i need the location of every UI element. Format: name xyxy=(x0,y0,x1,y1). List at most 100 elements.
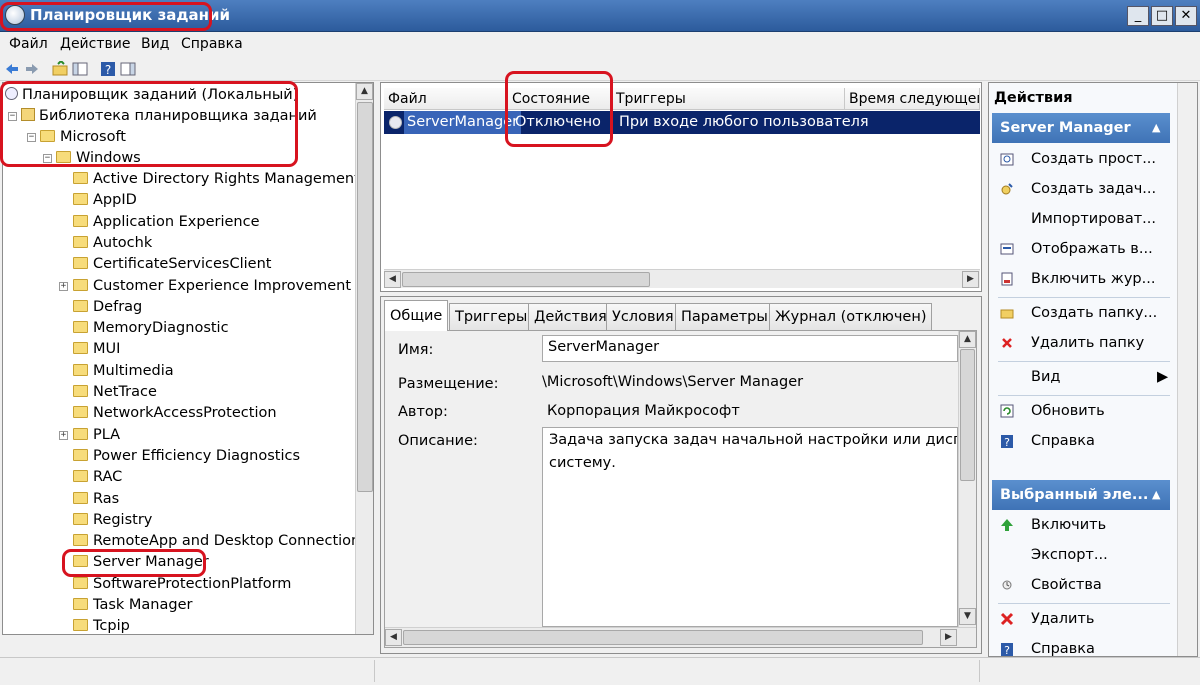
action-item[interactable]: Создать прост... xyxy=(992,145,1170,173)
collapse-microsoft-toggle[interactable]: − xyxy=(27,133,36,142)
action-item[interactable]: Отображать в... xyxy=(992,235,1170,263)
task-list[interactable]: Файл Состояние Триггеры Время следующего… xyxy=(380,82,982,292)
tree-item-folder[interactable]: NetTrace xyxy=(73,382,157,403)
menu-action[interactable]: Действие xyxy=(60,36,130,52)
tab-conditions[interactable]: Условия xyxy=(606,303,680,330)
action-item[interactable]: Включить xyxy=(992,511,1170,539)
scroll-thumb[interactable] xyxy=(357,102,373,492)
name-field[interactable]: ServerManager xyxy=(542,335,958,362)
action-item[interactable]: Обновить xyxy=(992,397,1170,425)
tab-settings[interactable]: Параметры xyxy=(675,303,774,330)
tree-item-folder[interactable]: Defrag xyxy=(73,297,142,318)
task-row-servermanager[interactable]: ServerManager Отключено При входе любого… xyxy=(384,111,980,134)
tree-item-folder[interactable]: Power Efficiency Diagnostics xyxy=(73,446,300,467)
tree-item-folder[interactable]: Multimedia xyxy=(73,361,174,382)
tree-item-folder[interactable]: RAC xyxy=(73,467,122,488)
details-horizontal-scrollbar[interactable]: ◀ ▶ xyxy=(385,627,976,647)
minimize-button[interactable]: _ xyxy=(1127,6,1149,26)
action-item[interactable]: Удалить xyxy=(992,605,1170,633)
collapse-chevron-icon[interactable]: ▲ xyxy=(1152,480,1160,510)
actions-section-server-manager[interactable]: Server Manager ▲ xyxy=(992,113,1170,143)
actions-vertical-scrollbar[interactable] xyxy=(1177,83,1197,656)
tree-item-folder[interactable]: CertificateServicesClient xyxy=(73,254,271,275)
scroll-left-arrow-icon[interactable]: ◀ xyxy=(385,629,402,646)
maximize-button[interactable]: □ xyxy=(1151,6,1173,26)
up-folder-icon[interactable] xyxy=(52,61,68,77)
menu-help[interactable]: Справка xyxy=(181,36,243,52)
tree-item-folder[interactable]: Ras xyxy=(73,489,119,510)
show-hide-console-tree-icon[interactable] xyxy=(72,61,88,77)
menu-file[interactable]: Файл xyxy=(9,36,48,52)
action-item[interactable]: Экспорт... xyxy=(992,541,1170,569)
tree-item-root[interactable]: Планировщик заданий (Локальный) xyxy=(5,85,298,106)
tree-item-label: Defrag xyxy=(93,298,143,315)
column-header-next-run[interactable]: Время следующего xyxy=(845,88,980,110)
tree-item-windows[interactable]: Windows xyxy=(56,148,141,169)
description-field[interactable]: Задача запуска задач начальной настройки… xyxy=(542,427,958,627)
column-header-triggers[interactable]: Триггеры xyxy=(612,88,845,110)
tree-item-folder[interactable]: MemoryDiagnostic xyxy=(73,318,229,339)
details-vertical-scrollbar[interactable]: ▲ ▼ xyxy=(958,331,976,627)
console-tree[interactable]: Планировщик заданий (Локальный) − Библио… xyxy=(2,82,374,635)
tab-actions[interactable]: Действия xyxy=(528,303,613,330)
tree-item-folder[interactable]: Application Experience xyxy=(73,212,260,233)
tab-triggers[interactable]: Триггеры xyxy=(449,303,534,330)
task-list-horizontal-scrollbar[interactable]: ◀ ▶ xyxy=(384,269,980,288)
close-button[interactable]: ✕ xyxy=(1175,6,1197,26)
action-item[interactable]: ? Справка xyxy=(992,427,1170,455)
scroll-thumb[interactable] xyxy=(960,349,975,481)
scroll-right-arrow-icon[interactable]: ▶ xyxy=(940,629,957,646)
forward-arrow-icon[interactable] xyxy=(24,61,40,77)
menu-view[interactable]: Вид xyxy=(141,36,169,52)
action-item[interactable]: ? Справка xyxy=(992,635,1170,656)
action-item[interactable]: Импортироват... xyxy=(992,205,1170,233)
tree-item-folder[interactable]: SoftwareProtectionPlatform xyxy=(73,574,291,595)
scroll-thumb[interactable] xyxy=(403,630,923,645)
collapse-windows-toggle[interactable]: − xyxy=(43,154,52,163)
tree-item-microsoft[interactable]: Microsoft xyxy=(40,127,126,148)
tree-item-folder[interactable]: Server Manager xyxy=(73,552,209,573)
tab-general[interactable]: Общие xyxy=(384,300,449,331)
folder-icon xyxy=(73,214,88,227)
actions-pane: Действия Server Manager ▲ Создать прост.… xyxy=(988,82,1198,657)
column-header-state[interactable]: Состояние xyxy=(508,88,612,110)
tree-item-folder[interactable]: PLA xyxy=(73,425,120,446)
action-item[interactable]: Включить жур... xyxy=(992,265,1170,293)
tree-item-folder[interactable]: Task Manager xyxy=(73,595,192,616)
tree-vertical-scrollbar[interactable]: ▲ xyxy=(355,83,373,634)
scroll-down-arrow-icon[interactable]: ▼ xyxy=(959,608,976,625)
tree-item-folder[interactable]: Autochk xyxy=(73,233,152,254)
tree-item-folder[interactable]: RemoteApp and Desktop Connections U xyxy=(73,531,373,552)
tree-item-library[interactable]: Библиотека планировщика заданий xyxy=(21,106,317,127)
scroll-up-arrow-icon[interactable]: ▲ xyxy=(959,331,976,348)
collapse-chevron-icon[interactable]: ▲ xyxy=(1152,113,1160,143)
tree-item-folder[interactable]: Customer Experience Improvement Prog xyxy=(73,276,373,297)
actions-section-selected-item[interactable]: Выбранный эле... ▲ xyxy=(992,480,1170,510)
action-item-label: Свойства xyxy=(1031,577,1102,593)
expand-toggle[interactable]: + xyxy=(59,281,68,291)
action-item[interactable]: Удалить папку xyxy=(992,329,1170,357)
tree-item-folder[interactable]: NetworkAccessProtection xyxy=(73,403,277,424)
scroll-up-arrow-icon[interactable]: ▲ xyxy=(356,83,373,100)
action-item[interactable]: Создать папку... xyxy=(992,299,1170,327)
scroll-left-arrow-icon[interactable]: ◀ xyxy=(384,271,401,288)
scroll-right-arrow-icon[interactable]: ▶ xyxy=(962,271,979,288)
help-icon[interactable]: ? xyxy=(100,61,116,77)
tree-item-folder[interactable]: AppID xyxy=(73,190,137,211)
tab-history[interactable]: Журнал (отключен) xyxy=(769,303,933,330)
collapse-library-toggle[interactable]: − xyxy=(8,112,17,121)
section-title: Server Manager xyxy=(1000,120,1131,136)
expand-toggle[interactable]: + xyxy=(59,430,68,440)
column-header-file[interactable]: Файл xyxy=(384,88,508,110)
back-arrow-icon[interactable] xyxy=(4,61,20,77)
action-item[interactable]: Создать задач... xyxy=(992,175,1170,203)
tree-item-folder[interactable]: MUI xyxy=(73,339,120,360)
show-hide-action-pane-icon[interactable] xyxy=(120,61,136,77)
action-item[interactable]: Свойства xyxy=(992,571,1170,599)
actions-separator xyxy=(998,395,1170,396)
scroll-thumb[interactable] xyxy=(402,272,650,287)
tree-item-folder[interactable]: Active Directory Rights Management Se xyxy=(73,169,373,190)
tree-item-folder[interactable]: Tcpip xyxy=(73,616,130,634)
tree-item-folder[interactable]: Registry xyxy=(73,510,152,531)
action-item[interactable]: Вид ▶ xyxy=(992,363,1170,391)
